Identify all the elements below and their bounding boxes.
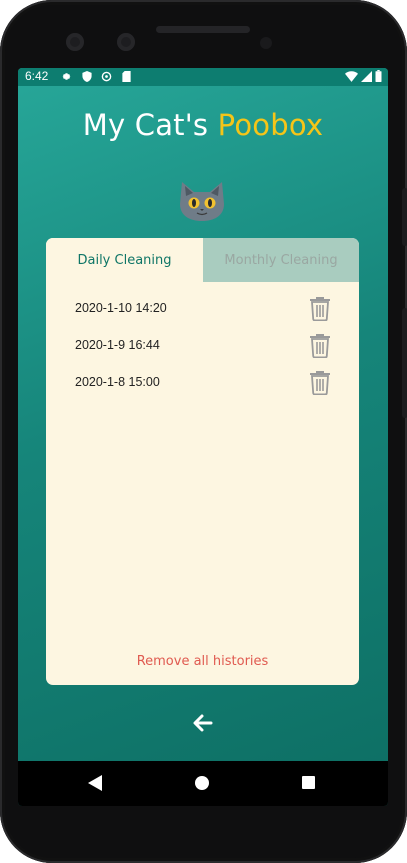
history-list: 2020-1-10 14:20 2020-1-9 16:44 2020-1-8 …: [46, 290, 359, 401]
tab-bar: Daily Cleaning Monthly Cleaning: [46, 238, 359, 282]
app-screen: 6:42 My Cat's Poobox Daily Cleaning Mont…: [18, 68, 388, 806]
volume-button: [402, 308, 407, 418]
app-title-main: My Cat's: [82, 108, 218, 142]
tab-daily-cleaning[interactable]: Daily Cleaning: [46, 238, 203, 282]
app-title-accent: Poobox: [217, 108, 324, 142]
nav-home-icon[interactable]: [195, 776, 209, 790]
nav-back-icon[interactable]: [88, 775, 102, 791]
gear-icon: [61, 71, 72, 82]
trash-icon[interactable]: [309, 295, 331, 321]
nav-recents-icon[interactable]: [302, 776, 315, 789]
signal-icon: [361, 70, 372, 85]
data-saver-icon: [101, 71, 112, 82]
system-nav-bar: [18, 761, 388, 806]
list-item: 2020-1-10 14:20: [46, 290, 359, 327]
history-date: 2020-1-8 15:00: [75, 375, 160, 389]
app-title: My Cat's Poobox: [18, 108, 388, 142]
trash-icon[interactable]: [309, 332, 331, 358]
list-item: 2020-1-9 16:44: [46, 327, 359, 364]
proximity-sensor: [260, 37, 272, 49]
trash-icon[interactable]: [309, 369, 331, 395]
list-item: 2020-1-8 15:00: [46, 364, 359, 401]
tab-monthly-cleaning[interactable]: Monthly Cleaning: [203, 238, 359, 282]
battery-icon: [375, 70, 382, 85]
wifi-icon: [345, 70, 358, 85]
history-card: Daily Cleaning Monthly Cleaning 2020-1-1…: [46, 238, 359, 685]
sd-card-icon: [121, 71, 132, 82]
earpiece-speaker: [156, 26, 250, 33]
arrow-left-icon[interactable]: [191, 711, 215, 735]
shield-icon: [81, 71, 92, 82]
history-date: 2020-1-9 16:44: [75, 338, 160, 352]
power-button: [402, 188, 407, 246]
front-camera-secondary: [117, 33, 135, 51]
remove-all-histories-button[interactable]: Remove all histories: [46, 654, 359, 669]
history-date: 2020-1-10 14:20: [75, 301, 167, 315]
cat-face-icon: [180, 182, 224, 221]
status-bar: 6:42: [18, 68, 388, 86]
front-camera: [66, 33, 84, 51]
status-time: 6:42: [25, 69, 49, 83]
phone-frame: 6:42 My Cat's Poobox Daily Cleaning Mont…: [0, 0, 407, 863]
